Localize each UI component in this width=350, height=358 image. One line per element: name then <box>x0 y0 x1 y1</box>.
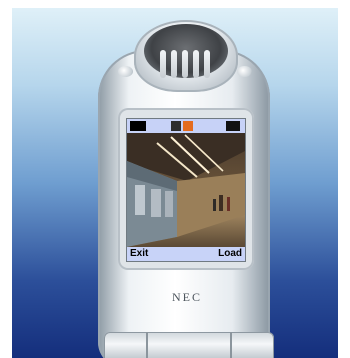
speaker-slot <box>160 50 166 78</box>
right-screw-icon <box>237 66 252 77</box>
softkey-bar: Exit Load <box>127 247 245 261</box>
speaker-slot <box>204 50 210 78</box>
battery-icon <box>226 121 240 131</box>
product-image-frame: Exit Load NEC <box>12 8 338 358</box>
speaker-slot <box>171 50 177 78</box>
phone-screen: Exit Load <box>126 118 246 262</box>
subway-platform-photo <box>127 133 245 247</box>
hinge-segment <box>230 332 232 358</box>
signal-icon <box>130 121 146 131</box>
left-screw-icon <box>118 66 133 77</box>
speaker-slot <box>182 50 188 78</box>
mail-icon <box>183 121 193 131</box>
brand-logo: NEC <box>172 290 202 304</box>
status-bar <box>127 119 245 133</box>
camera-icon <box>171 121 181 131</box>
earpiece-speaker <box>144 24 228 78</box>
hinge-segment <box>146 332 148 358</box>
speaker-slot <box>193 50 199 78</box>
phone-hinge <box>104 332 274 358</box>
softkey-exit[interactable]: Exit <box>130 248 148 260</box>
softkey-load[interactable]: Load <box>218 248 242 260</box>
